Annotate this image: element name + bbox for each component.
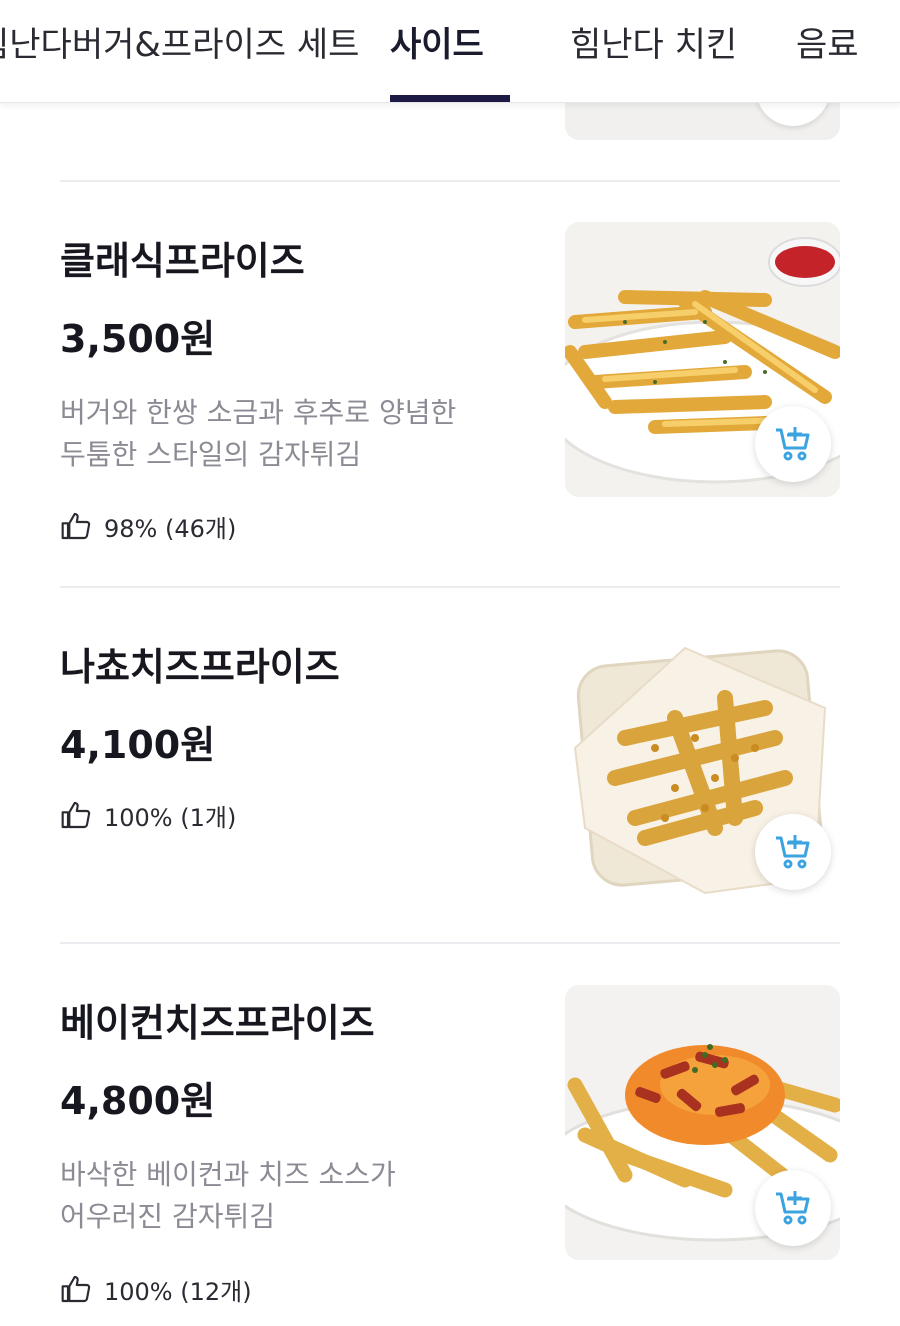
item-price: 4,800원 xyxy=(60,1079,216,1123)
rating-text: 100% (1개) xyxy=(104,803,237,832)
item-name: 베이컨치즈프라이즈 xyxy=(60,1001,375,1045)
thumbs-up-icon xyxy=(61,512,91,540)
active-tab-indicator xyxy=(390,95,510,102)
rating-text: 100% (12개) xyxy=(104,1277,252,1306)
item-description: 버거와 한쌍 소금과 후추로 양념한 두툼한 스타일의 감자튀김 xyxy=(60,392,520,476)
divider xyxy=(60,180,840,182)
cart-plus-icon xyxy=(776,835,810,869)
item-description-line: 버거와 한쌍 소금과 후추로 양념한 xyxy=(60,396,457,429)
item-name: 클래식프라이즈 xyxy=(60,239,305,283)
divider xyxy=(60,942,840,944)
cart-plus-icon xyxy=(776,427,810,461)
rating-text: 98% (46개) xyxy=(104,514,237,543)
add-to-cart-button[interactable] xyxy=(755,814,831,890)
item-rating: 98% (46개) xyxy=(60,509,236,543)
cart-plus-icon xyxy=(776,1191,810,1225)
item-rating: 100% (12개) xyxy=(60,1272,252,1306)
item-description-line: 어우러진 감자튀김 xyxy=(60,1200,275,1233)
tab-chicken[interactable]: 힘난다 치킨 xyxy=(570,20,737,70)
divider xyxy=(60,586,840,588)
tab-burger-fries-set[interactable]: 힘난다버거&프라이즈 세트 xyxy=(0,20,359,70)
item-rating: 100% (1개) xyxy=(60,798,236,832)
tab-side[interactable]: 사이드 xyxy=(390,20,484,70)
item-description-line: 바삭한 베이컨과 치즈 소스가 xyxy=(60,1158,396,1191)
item-description-line: 두툼한 스타일의 감자튀김 xyxy=(60,438,362,471)
add-to-cart-button[interactable] xyxy=(755,1170,831,1246)
item-description: 바삭한 베이컨과 치즈 소스가 어우러진 감자튀김 xyxy=(60,1154,520,1238)
item-price: 4,100원 xyxy=(60,723,216,767)
thumbs-up-icon xyxy=(61,801,91,829)
category-tab-bar: 힘난다버거&프라이즈 세트 사이드 힘난다 치킨 음료 xyxy=(0,0,900,103)
item-name: 나쵸치즈프라이즈 xyxy=(60,645,340,689)
item-price: 3,500원 xyxy=(60,317,216,361)
tab-drinks[interactable]: 음료 xyxy=(796,20,859,70)
thumbs-up-icon xyxy=(61,1275,91,1303)
add-to-cart-button[interactable] xyxy=(755,406,831,482)
